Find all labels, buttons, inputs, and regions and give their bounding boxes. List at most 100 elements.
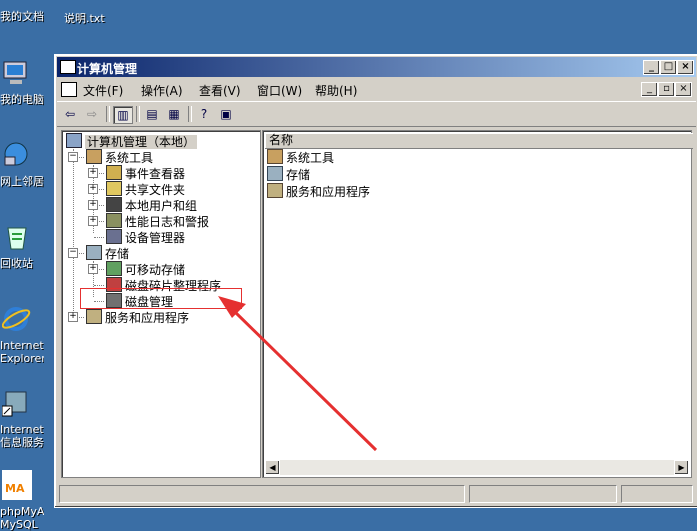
help-icon[interactable]: ?	[195, 106, 213, 122]
menu-bar: 文件(F) 操作(A) 查看(V) 窗口(W) 帮助(H) _ ▫ ×	[57, 79, 696, 99]
tree-item[interactable]: 事件查看器	[106, 165, 185, 181]
status-bar	[59, 485, 694, 503]
desktop-icon-network[interactable]: 网上邻居	[0, 140, 44, 188]
recycle-bin-icon	[7, 227, 27, 250]
tree-item-label: 存储	[105, 247, 130, 261]
tree-item[interactable]: 性能日志和警报	[106, 213, 209, 229]
minimize-button[interactable]: _	[643, 60, 660, 75]
scroll-right-button[interactable]: ▶	[674, 460, 689, 475]
menu-help[interactable]: 帮助(H)	[315, 82, 357, 99]
window-title: 计算机管理	[77, 62, 138, 76]
horizontal-scrollbar[interactable]: ◀ ▶	[265, 460, 689, 475]
iis-shortcut-icon	[1, 391, 27, 417]
maximize-button[interactable]: □	[660, 60, 677, 75]
expand-icon[interactable]: +	[88, 264, 98, 274]
tree-item-label: 事件查看器	[125, 167, 186, 181]
storage-icon	[267, 166, 283, 181]
list-item-label: 服务和应用程序	[286, 185, 371, 199]
menu-action[interactable]: 操作(A)	[141, 82, 183, 99]
desktop-icon-ie[interactable]: Internet Explorer	[0, 304, 44, 365]
services-apps-icon	[86, 309, 102, 324]
tree-item[interactable]: 存储	[86, 245, 129, 261]
tree-item[interactable]: 系统工具	[86, 149, 153, 165]
desktop-icon-label: phpMyAdmin MySQL	[0, 505, 44, 531]
tree-item[interactable]: 共享文件夹	[106, 181, 185, 197]
toolbar: ⇦ ⇨ ▥ ▤ ▦ ? ▣	[57, 101, 696, 127]
expand-icon[interactable]: +	[88, 168, 98, 178]
list-item[interactable]: 系统工具	[267, 149, 334, 166]
list-pane[interactable]: 名称 系统工具 存储 服务和应用程序 ◀ ▶	[262, 130, 693, 478]
event-viewer-icon	[106, 165, 122, 180]
desktop-icon-my-computer[interactable]: 我的电脑	[0, 58, 44, 106]
status-segment	[621, 485, 693, 503]
expand-icon[interactable]: +	[88, 200, 98, 210]
show-action-pane-icon[interactable]: ▣	[217, 106, 235, 122]
toolbar-separator	[136, 106, 140, 122]
computer-management-icon	[60, 60, 76, 74]
desktop-icon-label: 回收站	[0, 257, 33, 270]
internet-explorer-icon	[1, 307, 31, 331]
storage-icon	[86, 245, 102, 260]
toolbar-separator	[106, 106, 110, 122]
mdi-system-icon[interactable]	[61, 82, 77, 97]
mdi-restore-button[interactable]: ▫	[658, 82, 675, 97]
close-button[interactable]: ×	[677, 60, 694, 75]
list-item-label: 存储	[286, 168, 311, 182]
tree-root-label: 计算机管理（本地）	[85, 135, 198, 149]
computer-icon	[66, 133, 82, 148]
tree-item[interactable]: 设备管理器	[106, 229, 185, 245]
tree-item-label: 本地用户和组	[125, 199, 198, 213]
menu-view[interactable]: 查看(V)	[199, 82, 241, 99]
device-manager-icon	[106, 229, 122, 244]
expand-icon[interactable]: +	[68, 312, 78, 322]
desktop-icon-recycle-bin[interactable]: 回收站	[0, 222, 44, 270]
performance-logs-icon	[106, 213, 122, 228]
mdi-close-button[interactable]: ×	[675, 82, 692, 97]
menu-file[interactable]: 文件(F)	[83, 82, 123, 99]
removable-storage-icon	[106, 261, 122, 276]
system-tools-icon	[267, 149, 283, 164]
list-item[interactable]: 服务和应用程序	[267, 183, 370, 200]
expand-icon[interactable]: +	[88, 216, 98, 226]
desktop-icon-label: 我的电脑	[0, 93, 44, 106]
tree-item-label: 服务和应用程序	[105, 311, 190, 325]
shared-folders-icon	[106, 181, 122, 196]
tree-connector	[94, 237, 104, 238]
services-apps-icon	[267, 183, 283, 198]
expand-icon[interactable]: +	[88, 184, 98, 194]
desktop-icon-phpmyadmin[interactable]: MA phpMyAdmin MySQL	[0, 470, 44, 531]
back-arrow-icon[interactable]: ⇦	[61, 106, 79, 122]
column-header-name[interactable]: 名称	[265, 133, 693, 149]
desktop-file-readme[interactable]: 说明.txt	[64, 10, 105, 26]
tree-item-label: 系统工具	[105, 151, 154, 165]
menu-window[interactable]: 窗口(W)	[257, 82, 302, 99]
scroll-left-button[interactable]: ◀	[265, 460, 280, 475]
tree-item-label: 共享文件夹	[125, 183, 186, 197]
desktop-icon-my-documents[interactable]: 我的文档	[0, 0, 44, 23]
tree-item[interactable]: 服务和应用程序	[86, 309, 189, 325]
list-item[interactable]: 存储	[267, 166, 310, 183]
tree-connector	[94, 285, 104, 286]
my-computer-icon	[3, 61, 27, 84]
status-segment	[59, 485, 465, 503]
desktop-icon-label: Internet 信息服务 (I...	[0, 423, 44, 449]
status-segment	[469, 485, 617, 503]
tree-root[interactable]: 计算机管理（本地）	[66, 133, 198, 149]
local-users-icon	[106, 197, 122, 212]
phpmyadmin-icon: MA	[2, 470, 32, 500]
tree-item-label: 可移动存储	[125, 263, 186, 277]
tree-item[interactable]: 本地用户和组	[106, 197, 197, 213]
forward-arrow-icon[interactable]: ⇨	[83, 106, 101, 122]
show-tree-icon[interactable]: ▥	[113, 106, 133, 124]
tree-connector	[73, 149, 74, 313]
export-list-icon[interactable]: ▦	[165, 106, 183, 122]
desktop-icon-iis[interactable]: Internet 信息服务 (I...	[0, 388, 44, 449]
title-bar[interactable]: 计算机管理 _ □ ×	[57, 57, 696, 77]
desktop-icon-label: 网上邻居	[0, 175, 44, 188]
collapse-icon[interactable]: −	[68, 152, 78, 162]
mdi-minimize-button[interactable]: _	[641, 82, 658, 97]
collapse-icon[interactable]: −	[68, 248, 78, 258]
tree-item-label: 性能日志和警报	[125, 215, 210, 229]
properties-icon[interactable]: ▤	[143, 106, 161, 122]
tree-item[interactable]: 可移动存储	[106, 261, 185, 277]
